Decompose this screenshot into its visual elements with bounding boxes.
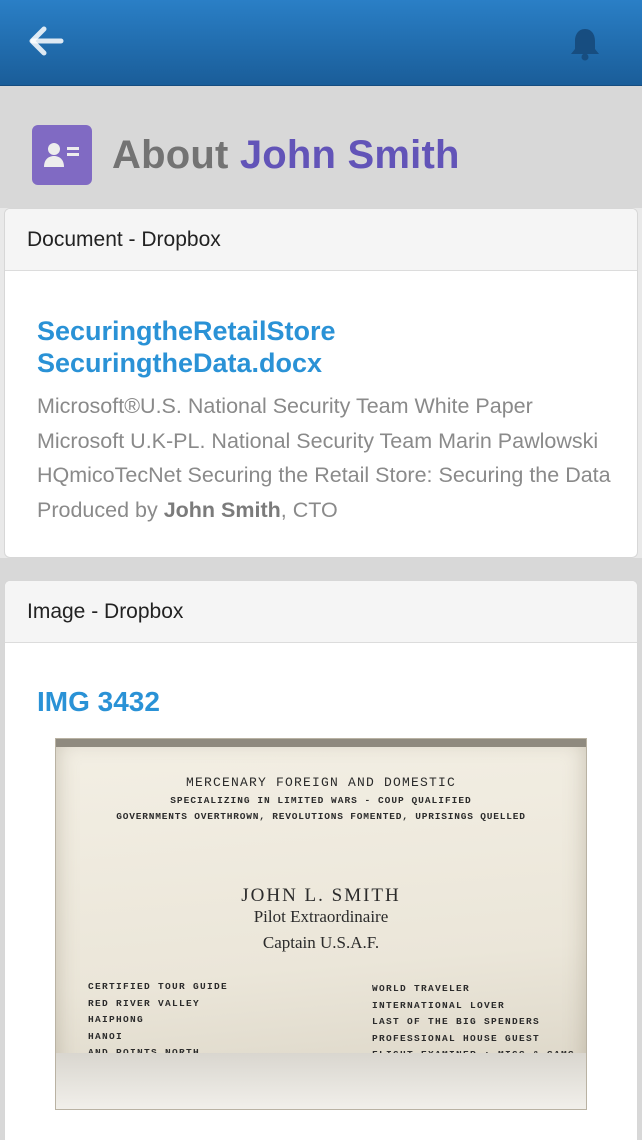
card-right-line: LAST OF THE BIG SPENDERS	[372, 1016, 541, 1027]
snippet-suffix: , CTO	[280, 497, 338, 522]
card-right-line: PROFESSIONAL HOUSE GUEST	[372, 1032, 541, 1044]
card-text-role: Pilot Extraordinaire	[253, 907, 389, 926]
document-card-header: Document - Dropbox	[5, 209, 637, 271]
card-text-line2: SPECIALIZING IN LIMITED WARS - COUP QUAL…	[170, 795, 472, 806]
document-title-line2: SecuringtheData.docx	[37, 348, 323, 378]
card-left-line: CERTIFIED TOUR GUIDE	[88, 981, 229, 992]
page-title-prefix: About	[112, 132, 229, 177]
photo-edge	[56, 739, 586, 747]
bell-icon[interactable]	[568, 26, 602, 62]
document-title-line1: SecuringtheRetailStore	[37, 316, 336, 346]
contact-card-icon	[32, 125, 92, 185]
card-text-line3: GOVERNMENTS OVERTHROWN, REVOLUTIONS FOME…	[116, 811, 526, 822]
image-title-link[interactable]: IMG 3432	[37, 685, 637, 719]
document-title-link[interactable]: SecuringtheRetailStore SecuringtheData.d…	[37, 315, 637, 379]
top-navigation-bar	[0, 0, 642, 86]
contact-name: John Smith	[239, 132, 460, 177]
card-text-name: JOHN L. SMITH	[241, 885, 401, 906]
snippet-highlight: John Smith	[163, 497, 281, 522]
card-left-line: HANOI	[88, 1030, 124, 1042]
card-text-line1: MERCENARY FOREIGN AND DOMESTIC	[185, 775, 457, 790]
card-right-line: INTERNATIONAL LOVER	[372, 999, 506, 1011]
card-left-column: CERTIFIED TOUR GUIDE RED RIVER VALLEY HA…	[88, 979, 228, 1062]
page-header: About John Smith	[32, 124, 460, 186]
business-card-photo[interactable]: MERCENARY FOREIGN AND DOMESTIC SPECIALIZ…	[55, 738, 587, 1110]
photo-shadow	[56, 1053, 586, 1109]
card-left-line: HAIPHONG	[88, 1014, 145, 1025]
card-text-rank: Captain U.S.A.F.	[262, 933, 380, 952]
card-right-column: WORLD TRAVELER INTERNATIONAL LOVER LAST …	[372, 981, 575, 1064]
page-title: About John Smith	[112, 133, 460, 178]
document-snippet: Microsoft®U.S. National Security Team Wh…	[37, 389, 613, 527]
card-right-line: WORLD TRAVELER	[372, 983, 471, 994]
document-result-card[interactable]: Document - Dropbox SecuringtheRetailStor…	[4, 208, 638, 558]
back-arrow-icon[interactable]	[28, 26, 64, 56]
image-result-card[interactable]: Image - Dropbox IMG 3432 MERCENARY FOREI…	[4, 580, 638, 1140]
card-left-line: RED RIVER VALLEY	[88, 997, 201, 1009]
image-card-header: Image - Dropbox	[5, 581, 637, 643]
